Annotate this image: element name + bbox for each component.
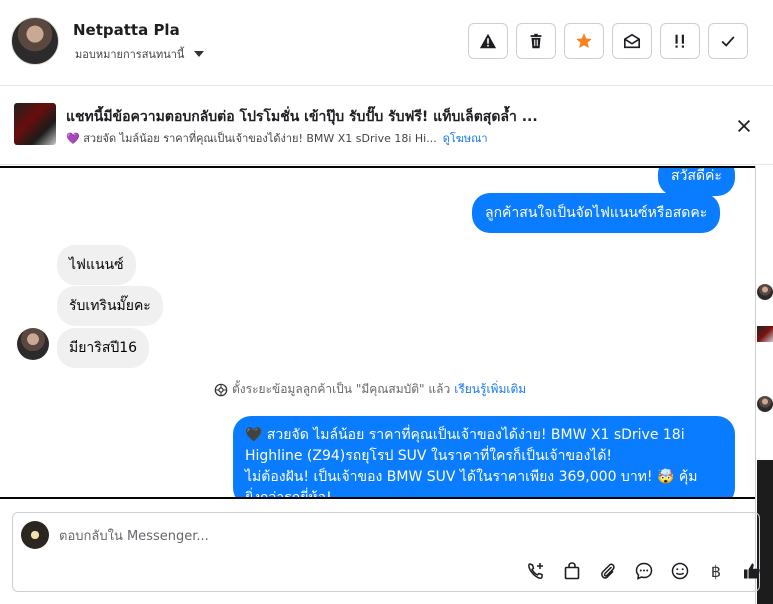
contact-avatar[interactable] xyxy=(11,17,59,65)
incoming-message: ไฟแนนซ์ xyxy=(57,245,136,285)
reply-input[interactable] xyxy=(59,525,659,547)
ad-subtitle: 💜 สวยจัด ไมล์น้อย ราคาที่คุณเป็นเจ้าของไ… xyxy=(66,132,437,145)
ad-title: แชทนี้มีข้อความตอบกลับต่อ โปรโมชั่น เข้า… xyxy=(66,109,538,125)
warning-icon xyxy=(479,33,497,49)
long-message-line: 🖤 สวยจัด ไมล์น้อย ราคาที่คุณเป็นเจ้าของไ… xyxy=(245,427,685,443)
shop-button[interactable] xyxy=(554,559,590,583)
envelope-open-icon xyxy=(623,33,641,49)
message-composer: ฿ xyxy=(12,512,760,592)
outgoing-long-message: 🖤 สวยจัด ไมล์น้อย ราคาที่คุณเป็นเจ้าของไ… xyxy=(233,416,735,499)
delete-button[interactable] xyxy=(516,23,556,59)
incoming-message: มียาริสปี16 xyxy=(57,328,150,368)
header-actions xyxy=(468,23,748,59)
mark-done-button[interactable] xyxy=(708,23,748,59)
smiley-icon xyxy=(671,562,689,580)
assign-conversation-dropdown[interactable]: มอบหมายการสนทนานี้ xyxy=(75,45,205,63)
like-button[interactable] xyxy=(734,559,770,583)
customer-status-icon xyxy=(214,383,228,396)
trash-icon xyxy=(530,33,542,49)
long-message-line: Highline (Z94)รถยุโรป SUV ในราคาที่ใครก็… xyxy=(245,448,613,464)
baht-icon: ฿ xyxy=(710,561,722,581)
edge-ad-thumbnail xyxy=(757,326,773,342)
thumbs-up-icon xyxy=(744,563,760,579)
shopping-bag-icon xyxy=(564,562,580,580)
edge-avatar xyxy=(757,396,773,412)
emoji-button[interactable] xyxy=(662,559,698,583)
message-thread[interactable]: สวัสดีค่ะ ลูกค้าสนใจเป็นจัดไฟแนนซ์หรือสด… xyxy=(0,166,773,499)
ad-thumbnail xyxy=(14,103,56,145)
call-button[interactable] xyxy=(518,559,554,583)
contact-avatar-small xyxy=(17,328,49,360)
paperclip-icon xyxy=(601,563,615,579)
report-button[interactable] xyxy=(468,23,508,59)
star-icon xyxy=(576,33,592,49)
ad-subtitle-row: 💜 สวยจัด ไมล์น้อย ราคาที่คุณเป็นเจ้าของไ… xyxy=(66,129,488,147)
mark-follow-up-button[interactable] xyxy=(660,23,700,59)
attach-button[interactable] xyxy=(590,559,626,583)
incoming-message: รับเทรินมั๊ยคะ xyxy=(57,286,163,326)
outgoing-message: ลูกค้าสนใจเป็นจัดไฟแนนซ์หรือสดคะ xyxy=(472,193,721,233)
checkmark-icon xyxy=(721,36,735,47)
composer-tools: ฿ xyxy=(518,559,770,583)
star-button[interactable] xyxy=(564,23,604,59)
phone-add-icon xyxy=(528,563,543,579)
messenger-conversation: Netpatta Pla มอบหมายการสนทนานี้ แชทนี้มี… xyxy=(0,0,773,604)
assign-label: มอบหมายการสนทนานี้ xyxy=(75,48,185,61)
close-banner-button[interactable] xyxy=(732,114,756,138)
long-message-line: ไม่ต้องฝัน! เป็นเจ้าของ BMW SUV ได้ในราค… xyxy=(245,469,698,485)
long-message-line: ยิ่งกว่ารถยี่ห้อ! xyxy=(245,490,332,499)
ad-reply-banner[interactable]: แชทนี้มีข้อความตอบกลับต่อ โปรโมชั่น เข้า… xyxy=(0,87,773,165)
close-icon xyxy=(737,119,751,133)
double-exclamation-icon xyxy=(675,34,684,48)
caret-down-icon xyxy=(194,51,205,57)
system-note-text: ตั้งระยะข้อมูลลูกค้าเป็น "มีคุณสมบัติ" แ… xyxy=(232,382,451,396)
edge-avatar xyxy=(757,284,773,300)
contact-name[interactable]: Netpatta Pla xyxy=(73,21,180,39)
mark-unread-button[interactable] xyxy=(612,23,652,59)
outgoing-message: สวัสดีค่ะ xyxy=(658,168,735,196)
system-note: ตั้งระยะข้อมูลลูกค้าเป็น "มีคุณสมบัติ" แ… xyxy=(214,380,526,399)
view-ad-link[interactable]: ดูโฆษณา xyxy=(443,129,488,147)
learn-more-link[interactable]: เรียนรู้เพิ่มเติม xyxy=(454,380,526,399)
payment-button[interactable]: ฿ xyxy=(698,559,734,583)
saved-replies-button[interactable] xyxy=(626,559,662,583)
chat-bubble-icon xyxy=(635,562,653,580)
conversation-header: Netpatta Pla มอบหมายการสนทนานี้ xyxy=(0,0,773,86)
page-avatar xyxy=(21,521,49,549)
